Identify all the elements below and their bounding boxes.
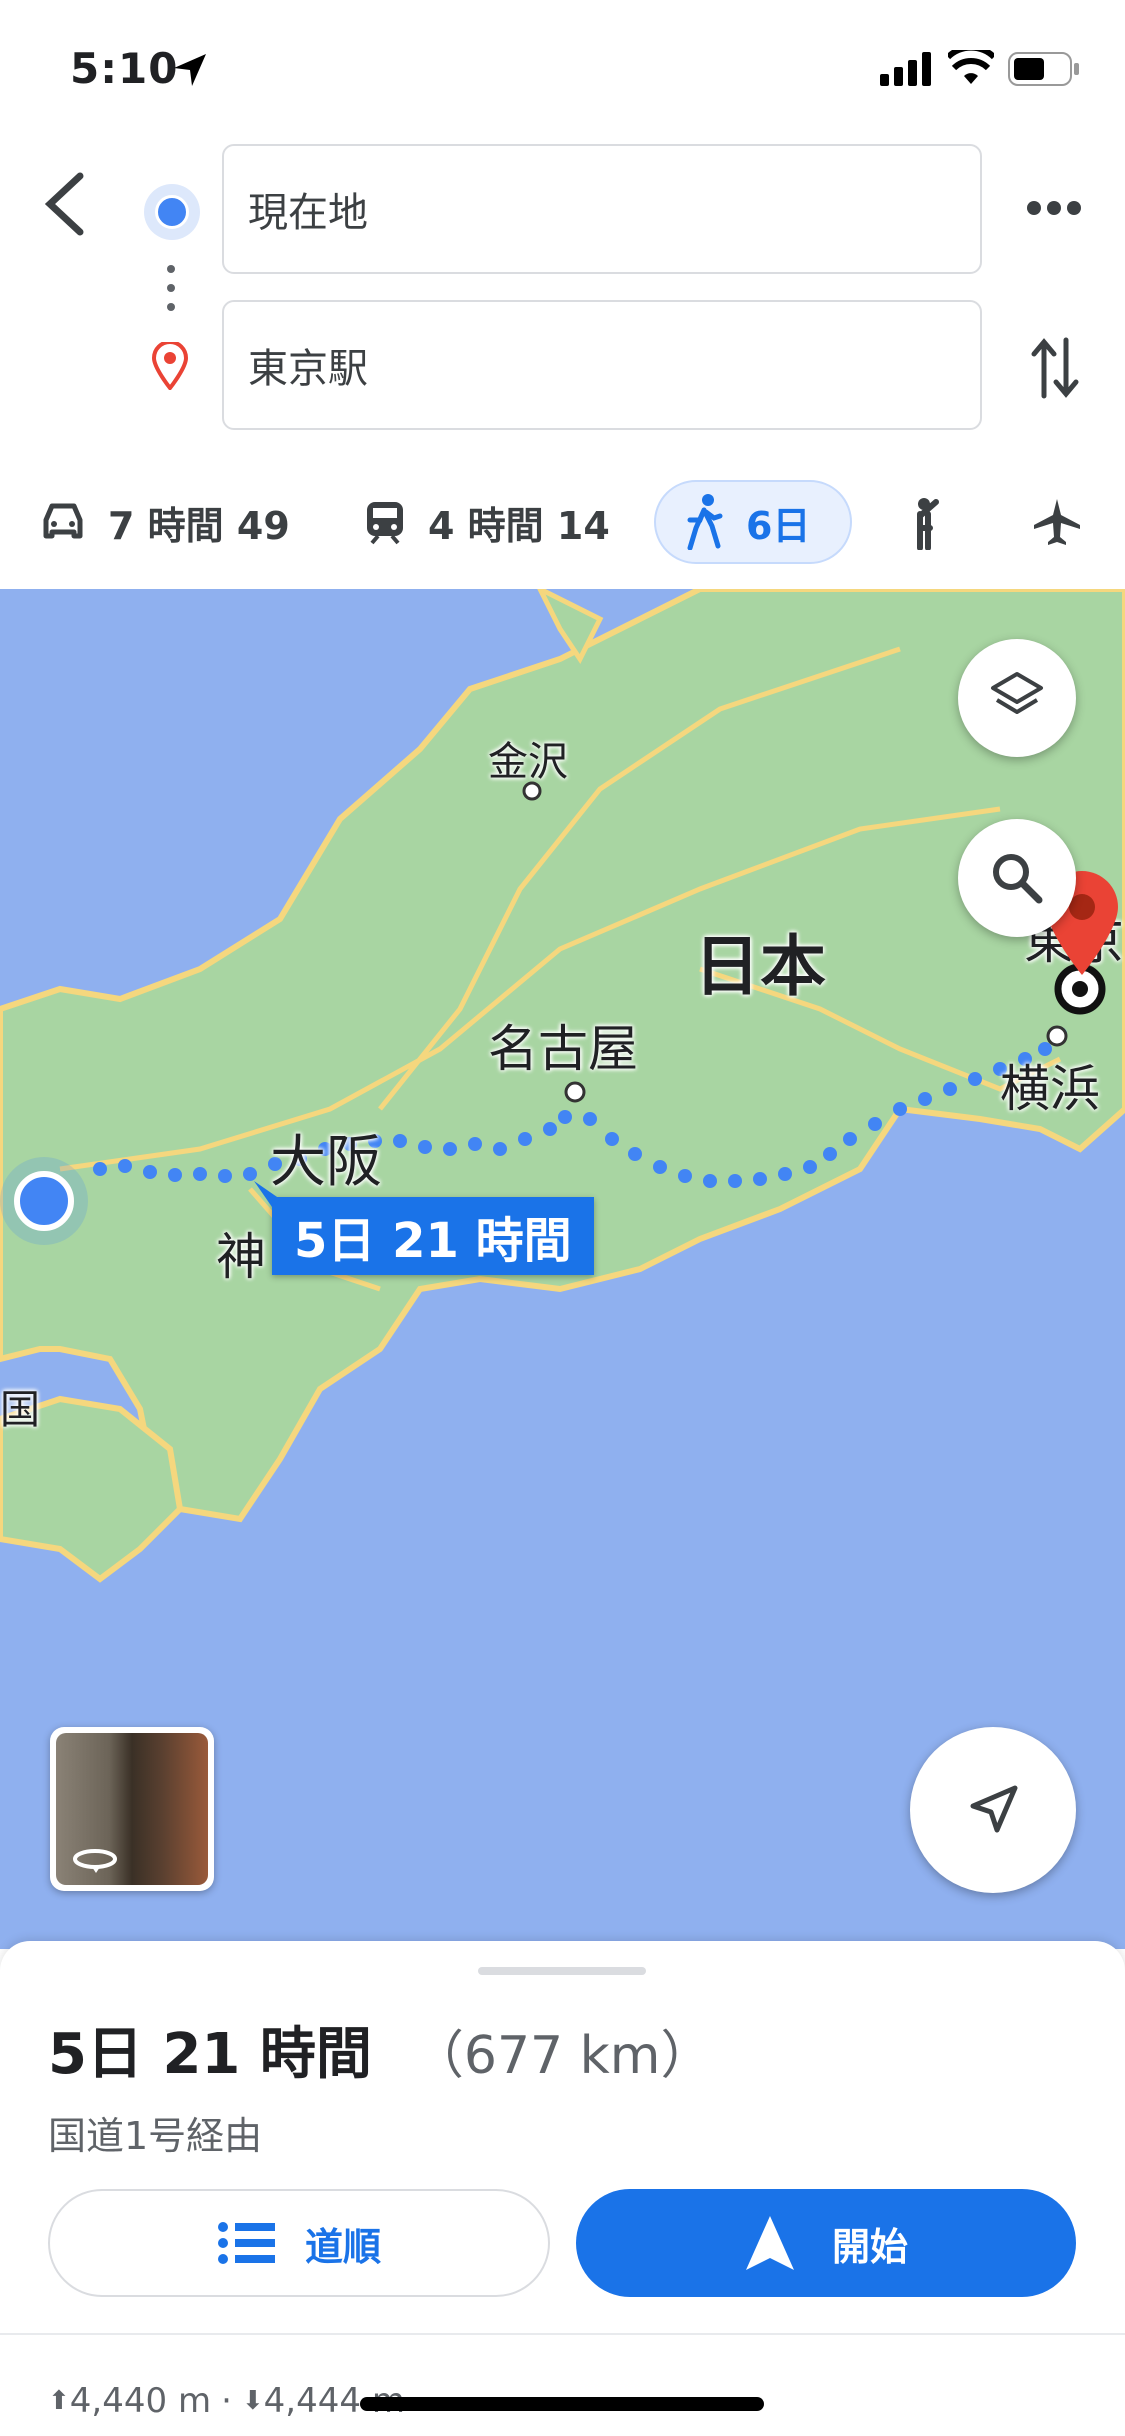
route-dot <box>167 303 175 311</box>
map-view[interactable]: 金沢 日本 名古屋 大阪 神 横浜 東京 国 5日 21 時間 <box>0 589 1125 1949</box>
mode-flight[interactable] <box>1032 480 1104 564</box>
list-icon <box>217 2222 275 2264</box>
origin-dot-icon <box>144 184 200 240</box>
steps-button[interactable]: 道順 <box>48 2189 550 2297</box>
home-indicator[interactable] <box>360 2397 764 2411</box>
wifi-icon <box>948 50 994 84</box>
navigation-arrow-icon <box>970 1785 1018 1833</box>
route-distance: （677 km） <box>411 2026 713 2086</box>
start-button-label: 開始 <box>831 2224 908 2269</box>
callout-pointer <box>254 1181 280 1207</box>
sheet-drag-handle[interactable] <box>478 1967 646 1975</box>
current-location-marker <box>14 1171 74 1231</box>
layers-icon <box>991 672 1043 714</box>
map-label-kanazawa: 金沢 <box>488 739 568 785</box>
car-icon <box>43 503 83 539</box>
route-summary-sheet: 5日 21 時間 （677 km） 国道1号経由 道順 開始 ⬆ 4,440 m… <box>0 1941 1125 2436</box>
route-duration-callout-text: 5日 21 時間 <box>294 1213 572 1269</box>
route-dot <box>167 284 175 292</box>
destination-input-value: 東京駅 <box>248 346 368 392</box>
mode-ride-hail[interactable] <box>906 480 968 564</box>
elevation-separator: · <box>221 2381 232 2421</box>
mode-transit-label: 4 時間 14 <box>428 503 610 548</box>
mode-driving[interactable]: 7 時間 49 <box>40 480 290 564</box>
mode-transit[interactable]: 4 時間 14 <box>364 480 610 564</box>
route-duration: 5日 21 時間 <box>48 2022 372 2087</box>
origin-input[interactable]: 現在地 <box>222 144 982 274</box>
map-label-nihon: 日本 <box>694 928 826 1005</box>
search-map-button[interactable] <box>958 819 1076 937</box>
back-icon[interactable] <box>40 172 90 236</box>
mode-walking[interactable]: 6日 <box>654 480 852 564</box>
destination-pin-icon <box>151 342 189 390</box>
route-dots-icon <box>167 265 175 273</box>
my-location-button[interactable] <box>910 1727 1076 1893</box>
battery-icon <box>1008 52 1079 86</box>
map-label-kobe: 神 <box>216 1228 266 1286</box>
layers-button[interactable] <box>958 639 1076 757</box>
airplane-icon <box>1034 499 1080 545</box>
steps-button-label: 道順 <box>304 2224 381 2269</box>
train-icon <box>367 502 403 545</box>
street-view-rotate-icon <box>73 1849 117 1873</box>
start-button[interactable]: 開始 <box>576 2189 1076 2297</box>
elevation-up-icon: ⬆ <box>48 2386 70 2416</box>
origin-input-value: 現在地 <box>248 190 368 236</box>
destination-input[interactable]: 東京駅 <box>222 300 982 430</box>
street-view-thumbnail[interactable] <box>50 1727 214 1891</box>
swap-icon[interactable] <box>1030 336 1080 400</box>
search-icon <box>993 854 1043 904</box>
route-summary-heading: 5日 21 時間 （677 km） <box>48 2009 712 2090</box>
ride-hail-icon <box>917 498 939 550</box>
route-duration-callout[interactable]: 5日 21 時間 <box>272 1197 594 1275</box>
map-label-osaka: 大阪 <box>270 1130 382 1195</box>
elevation-down-icon: ⬇ <box>241 2386 264 2416</box>
mode-walking-label: 6日 <box>746 503 811 548</box>
map-label-nagoya: 名古屋 <box>488 1020 638 1078</box>
divider <box>0 2333 1125 2335</box>
elevation-summary: ⬆ 4,440 m · ⬇ 4,444 m <box>48 2381 405 2421</box>
cellular-signal-icon <box>880 52 931 86</box>
status-time: 5:10 <box>70 44 179 93</box>
walk-icon <box>687 494 723 550</box>
location-arrow-icon <box>174 54 206 86</box>
elevation-up: 4,440 m <box>69 2381 212 2421</box>
map-label-shikoku: 国 <box>0 1387 40 1433</box>
navigation-start-icon <box>745 2216 794 2270</box>
mode-driving-label: 7 時間 49 <box>108 503 290 548</box>
more-options-icon[interactable] <box>1024 196 1084 220</box>
map-label-yokohama: 横浜 <box>1000 1060 1100 1118</box>
route-via: 国道1号経由 <box>48 2114 263 2158</box>
